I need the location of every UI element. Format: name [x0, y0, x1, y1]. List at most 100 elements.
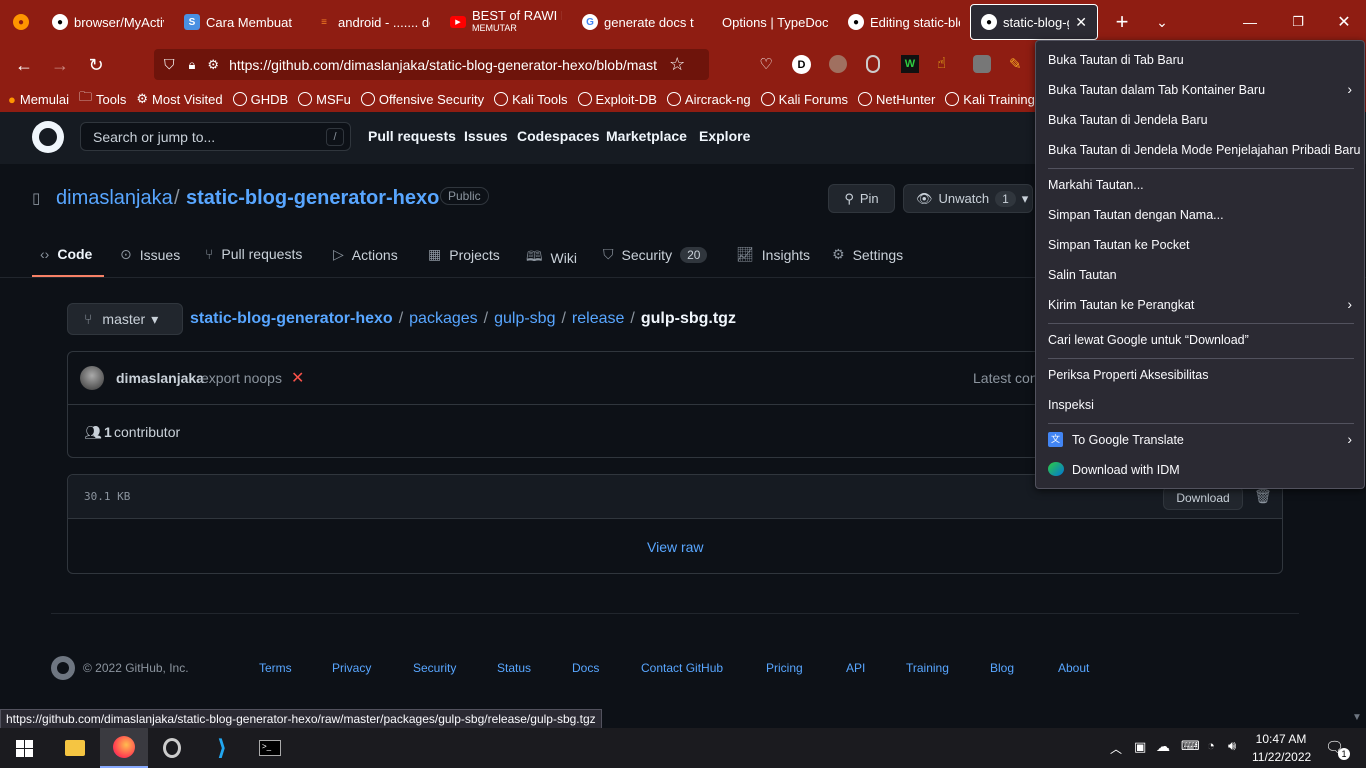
url-bar[interactable]: ⛉ 🔒︎ ⚙ https://github.com/dimaslanjaka/s…: [154, 49, 709, 80]
chevron-up-icon[interactable]: ︿: [1110, 740, 1122, 757]
breadcrumb-release[interactable]: release: [572, 310, 624, 328]
pin-button[interactable]: ⚲ Pin: [828, 184, 895, 213]
pocket-icon[interactable]: ♡: [756, 55, 776, 75]
footer-contact[interactable]: Contact GitHub: [641, 661, 723, 675]
menu-save-link-as[interactable]: Simpan Tautan dengan Nama...: [1048, 208, 1224, 222]
minimize-icon[interactable]: —: [1232, 8, 1268, 36]
tab-settings[interactable]: ⚙ Settings: [832, 246, 903, 263]
footer-status[interactable]: Status: [497, 661, 531, 675]
tab-wiki[interactable]: 🕮︎ Wiki: [526, 246, 577, 270]
menu-bookmark-link[interactable]: Markahi Tautan...: [1048, 178, 1144, 192]
tab-code[interactable]: ‹› Code: [40, 246, 92, 262]
tab-issues[interactable]: ⊙ Issues: [120, 246, 180, 263]
restore-icon[interactable]: ❐: [1280, 8, 1316, 36]
breadcrumb-packages[interactable]: packages: [409, 310, 478, 328]
tab-4[interactable]: ▶ BEST of RAWI BE MEMUTAR: [440, 4, 572, 40]
windows-start-icon[interactable]: [0, 728, 48, 768]
tab-6[interactable]: Options | TypeDoc: [704, 4, 838, 40]
footer-pricing[interactable]: Pricing: [766, 661, 803, 675]
bookmark-kali-training[interactable]: Kali Training: [945, 92, 1035, 107]
input-method-icon[interactable]: ⌨: [1181, 738, 1200, 754]
opera-icon[interactable]: [148, 728, 196, 768]
menu-copy-link[interactable]: Salin Tautan: [1048, 268, 1117, 282]
tab-8-active[interactable]: ● static-blog-ge ✕: [970, 4, 1098, 40]
extension-icon[interactable]: [829, 55, 847, 73]
bookmark-kali-forums[interactable]: Kali Forums: [760, 92, 848, 107]
menu-search-google[interactable]: Cari lewat Google untuk “Download”: [1048, 333, 1249, 347]
tab-insights[interactable]: 📈︎ Insights: [736, 246, 810, 263]
firefox-taskbar-icon[interactable]: [100, 728, 148, 768]
bookmark-kali-tools[interactable]: Kali Tools: [494, 92, 568, 107]
bookmark-tools[interactable]: 🗀︎ Tools: [79, 88, 126, 110]
new-tab-icon[interactable]: +: [1104, 6, 1140, 38]
clock-time[interactable]: 10:47 AM: [1252, 732, 1310, 746]
bookmark-ghdb[interactable]: GHDB: [232, 92, 288, 107]
check-failed-icon[interactable]: ✕: [291, 368, 304, 388]
volume-icon[interactable]: 🔊︎: [1228, 738, 1236, 754]
commit-message[interactable]: export noops: [201, 370, 282, 386]
menu-inspect[interactable]: Inspeksi: [1048, 398, 1094, 412]
menu-open-new-window[interactable]: Buka Tautan di Jendela Baru: [1048, 113, 1208, 127]
nav-issues[interactable]: Issues: [464, 128, 508, 144]
extension-icon[interactable]: ✎: [1009, 55, 1027, 73]
view-raw-link[interactable]: View raw: [647, 539, 704, 555]
close-tab-icon[interactable]: ✕: [1075, 14, 1087, 31]
tab-pull-requests[interactable]: ⑂ Pull requests: [205, 246, 302, 262]
tab-5[interactable]: G generate docs ty: [572, 4, 704, 40]
footer-training[interactable]: Training: [906, 661, 949, 675]
bookmark-nethunter[interactable]: NetHunter: [858, 92, 935, 107]
clock-date[interactable]: 11/22/2022: [1252, 750, 1311, 764]
breadcrumb-repo[interactable]: static-blog-generator-hexo: [190, 310, 393, 328]
bookmark-memulai[interactable]: ● Memulai: [8, 92, 69, 107]
repo-name-link[interactable]: static-blog-generator-hexo: [186, 187, 439, 210]
github-logo-icon[interactable]: [32, 121, 64, 153]
menu-google-translate[interactable]: To Google Translate: [1072, 433, 1184, 447]
footer-api[interactable]: API: [846, 661, 865, 675]
back-icon[interactable]: ←: [6, 49, 42, 81]
permissions-icon[interactable]: ⚙: [207, 57, 219, 73]
wappalyzer-icon[interactable]: W: [901, 55, 919, 73]
bookmark-aircrack-ng[interactable]: Aircrack-ng: [666, 92, 751, 107]
tab-actions[interactable]: ▷ Actions: [333, 246, 398, 263]
onedrive-cloud-icon[interactable]: ☁: [1156, 738, 1170, 755]
footer-docs[interactable]: Docs: [572, 661, 599, 675]
wifi-icon[interactable]: ◔: [1207, 738, 1215, 753]
repo-owner-link[interactable]: dimaslanjaka: [56, 187, 173, 210]
scroll-down-icon[interactable]: ▼: [1352, 712, 1362, 723]
extension-icon[interactable]: [973, 55, 991, 73]
tab-projects[interactable]: ▦ Projects: [428, 246, 500, 263]
url-text[interactable]: https://github.com/dimaslanjaka/static-b…: [229, 57, 661, 73]
footer-about[interactable]: About: [1058, 661, 1089, 675]
hand-extension-icon[interactable]: ☝: [937, 54, 955, 72]
footer-blog[interactable]: Blog: [990, 661, 1014, 675]
tab-3[interactable]: ≡ android - ....... do: [306, 4, 440, 40]
search-input[interactable]: Search or jump to... /: [80, 122, 351, 151]
download-button[interactable]: Download: [1163, 486, 1243, 510]
bookmark-exploit-db[interactable]: Exploit-DB: [577, 92, 657, 107]
mouse-extension-icon[interactable]: [866, 55, 880, 73]
firefox-menu-icon[interactable]: ●: [0, 4, 42, 40]
bookmark-msfu[interactable]: MSFu: [298, 92, 351, 107]
branch-select-button[interactable]: ⑂ master ▾: [67, 303, 183, 335]
github-logo-icon[interactable]: [51, 656, 75, 680]
menu-download-idm[interactable]: Download with IDM: [1072, 463, 1180, 477]
bookmark-most-visited[interactable]: ⚙ Most Visited: [136, 91, 222, 107]
file-explorer-icon[interactable]: [51, 728, 99, 768]
commit-author[interactable]: dimaslanjaka: [116, 370, 204, 386]
tab-2[interactable]: S Cara Membuat S: [174, 4, 306, 40]
nav-explore[interactable]: Explore: [699, 128, 750, 144]
lock-icon[interactable]: 🔒︎: [189, 57, 196, 73]
menu-send-to-device[interactable]: Kirim Tautan ke Perangkat: [1048, 298, 1194, 312]
meet-now-icon[interactable]: ▣: [1134, 739, 1146, 755]
list-tabs-icon[interactable]: ⌄: [1144, 6, 1180, 38]
vscode-icon[interactable]: ⟩: [198, 728, 246, 768]
menu-open-private-window[interactable]: Buka Tautan di Jendela Mode Penjelajahan…: [1048, 143, 1361, 157]
tab-security[interactable]: ⛉ Security 20: [603, 246, 708, 263]
nav-pull-requests[interactable]: Pull requests: [368, 128, 456, 144]
nav-codespaces[interactable]: Codespaces: [517, 128, 599, 144]
footer-security[interactable]: Security: [413, 661, 456, 675]
menu-open-new-tab[interactable]: Buka Tautan di Tab Baru: [1048, 53, 1184, 67]
menu-accessibility-properties[interactable]: Periksa Properti Aksesibilitas: [1048, 368, 1208, 382]
trash-icon[interactable]: 🗑︎: [1254, 488, 1272, 505]
footer-terms[interactable]: Terms: [259, 661, 292, 675]
